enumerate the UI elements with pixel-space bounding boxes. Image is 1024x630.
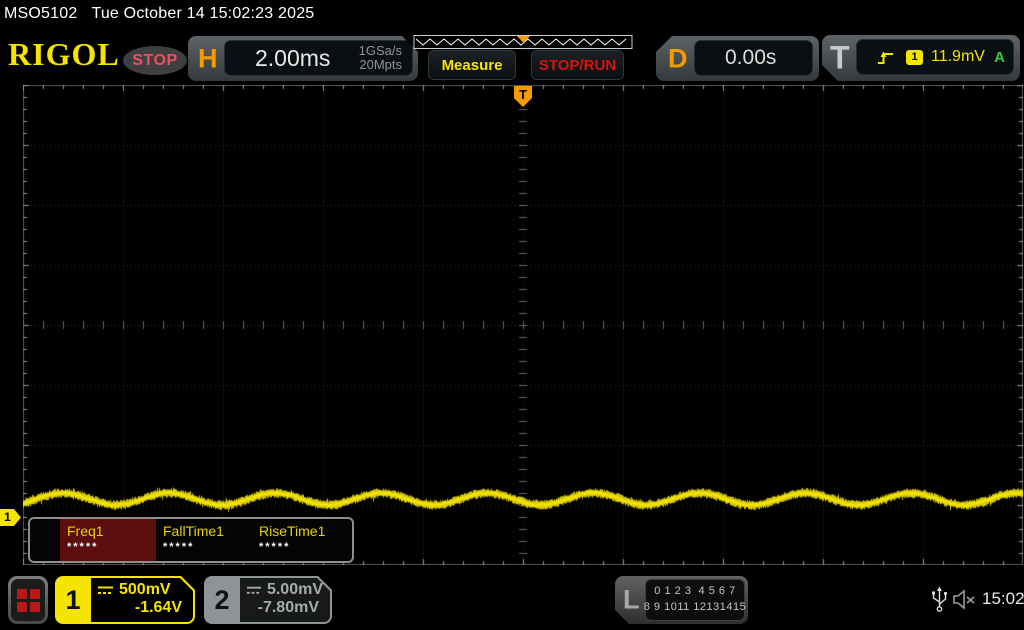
sample-rate-memdepth: 1GSa/s 20Mpts <box>359 44 402 73</box>
measure-button[interactable]: Measure <box>428 50 516 80</box>
waveform-display-canvas <box>23 85 1023 565</box>
usb-icon <box>932 586 947 613</box>
logic-row-1: 0 1 2 3 4 5 6 7 <box>654 584 735 600</box>
channel-1-badge: 1 <box>55 576 91 624</box>
timebase-value[interactable]: 2.00ms <box>255 45 330 72</box>
measurement-panel: Freq1 ***** FallTime1 ***** RiseTime1 **… <box>28 517 354 563</box>
main-menu-button[interactable] <box>8 576 48 624</box>
channel-2-badge: 2 <box>204 576 240 624</box>
acquisition-status-badge: STOP <box>123 46 187 75</box>
ch1-ground-marker[interactable]: 1 <box>0 509 21 526</box>
channel-1-block[interactable]: 1 500mV -1.64V <box>55 576 195 624</box>
logic-tab-label: L <box>623 585 640 616</box>
logic-channel-numbers: 0 1 2 3 4 5 6 7 8 9 1011 12131415 <box>645 579 745 621</box>
measurement-item-falltime1[interactable]: FallTime1 ***** <box>156 519 252 561</box>
memory-depth: 20Mpts <box>359 57 402 72</box>
sample-rate: 1GSa/s <box>359 43 402 58</box>
horizontal-settings-block[interactable]: H 2.00ms 1GSa/s 20Mpts <box>188 36 418 81</box>
dc-coupling-icon <box>97 585 114 596</box>
channel-2-block[interactable]: 2 5.00mV -7.80mV <box>204 576 332 624</box>
delay-settings-block[interactable]: D 0.00s <box>656 36 819 81</box>
status-bar: MSO5102 Tue October 14 15:02:23 2025 <box>4 5 314 23</box>
trigger-tab-label: T <box>830 40 850 77</box>
logic-channels-block[interactable]: L 0 1 2 3 4 5 6 7 8 9 1011 12131415 <box>615 576 748 624</box>
trigger-mode-indicator: A <box>994 49 1005 66</box>
measurement-label: FallTime1 <box>163 523 252 539</box>
measurement-value: ***** <box>259 541 348 553</box>
stop-run-button[interactable]: STOP/RUN <box>531 50 624 80</box>
app-grid-icon <box>17 589 40 612</box>
delay-tab-label: D <box>668 43 688 74</box>
oscilloscope-screen: MSO5102 Tue October 14 15:02:23 2025 RIGO… <box>0 0 1024 630</box>
horizontal-tab-label: H <box>198 43 218 74</box>
trigger-level-value[interactable]: 11.9mV <box>931 48 985 66</box>
measurement-label: Freq1 <box>67 523 156 539</box>
datetime-text: Tue October 14 15:02:23 2025 <box>91 5 314 22</box>
dc-coupling-icon <box>246 585 262 596</box>
measurement-item-risetime1[interactable]: RiseTime1 ***** <box>252 519 348 561</box>
channel-1-offset: -1.64V <box>97 599 186 617</box>
channel-2-scale: 5.00mV <box>267 581 323 599</box>
logic-row-2: 8 9 1011 12131415 <box>644 600 747 616</box>
rising-edge-icon <box>877 50 894 65</box>
memory-overview-bar[interactable] <box>413 33 633 49</box>
measurement-value: ***** <box>67 541 156 553</box>
delay-value[interactable]: 0.00s <box>725 46 776 70</box>
measurement-value: ***** <box>163 541 252 553</box>
rigol-logo: RIGOL <box>8 36 120 73</box>
model-name: MSO5102 <box>4 5 77 22</box>
trigger-settings-block[interactable]: T 1 11.9mV A <box>822 35 1020 81</box>
measurement-label: RiseTime1 <box>259 523 348 539</box>
channel-2-offset: -7.80mV <box>246 599 323 617</box>
speaker-muted-icon <box>952 589 977 610</box>
trigger-source-badge: 1 <box>906 50 923 65</box>
measurement-item-freq1[interactable]: Freq1 ***** <box>60 519 156 561</box>
clock-text: 15:02 <box>982 589 1024 609</box>
channel-1-scale: 500mV <box>119 581 171 599</box>
